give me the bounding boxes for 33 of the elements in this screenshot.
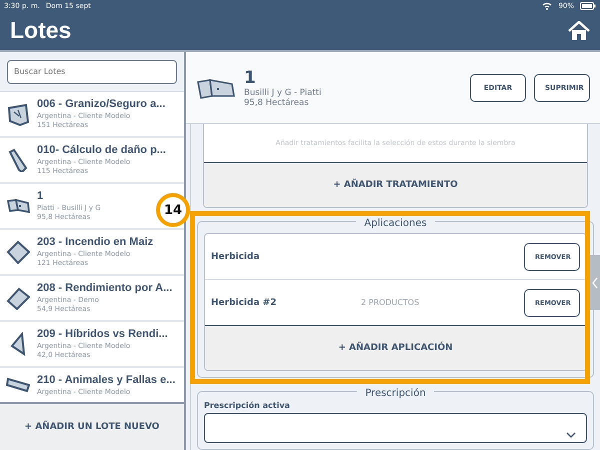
lot-name: 210 - Animales y Fallas e... (37, 374, 176, 387)
home-icon (568, 20, 590, 40)
section-title: Aplicaciones (356, 218, 435, 228)
battery-icon (580, 2, 596, 10)
add-application-button[interactable]: + AÑADIR APLICACIÓN (205, 326, 586, 370)
prescription-dropdown[interactable] (204, 413, 587, 443)
search-field[interactable]: Buscar Lotes (7, 60, 177, 84)
product-count: 2 PRODUCTOS (361, 298, 420, 307)
lot-name: 203 - Incendio en Maiz (37, 236, 154, 249)
lot-name: 1 (37, 190, 44, 203)
application-name: Herbicida (211, 252, 261, 262)
lot-name: 208 - Rendimiento por A... (37, 282, 172, 295)
add-treatment-button[interactable]: + AÑADIR TRATAMIENTO (204, 163, 587, 207)
home-button[interactable] (568, 20, 590, 40)
chevron-down-icon (566, 432, 576, 438)
field-shape-icon (6, 148, 30, 172)
side-handle[interactable] (590, 255, 600, 310)
field-shape-icon (6, 240, 30, 264)
page-title: Lotes (10, 17, 72, 44)
application-name: Herbicida #2 (211, 298, 278, 308)
field-shape-icon (6, 102, 30, 126)
section-title: Prescripción (357, 388, 434, 398)
lot-name: 006 - Granizo/Seguro a... (37, 98, 166, 111)
field-shape-icon (6, 286, 30, 310)
prescription-label: Prescripción activa (204, 401, 291, 410)
lot-area: 95,8 Hectáreas (244, 98, 462, 108)
lot-name: 209 - Híbridos vs Rendi... (37, 328, 168, 341)
wifi-icon (542, 2, 552, 10)
lot-owner: Busilli J y G - Piatti (244, 88, 322, 98)
chevron-left-icon (592, 276, 598, 288)
lot-name: 010- Cálculo de daño p... (37, 144, 166, 157)
lot-title: 1 (244, 68, 257, 88)
add-lot-button[interactable]: + AÑADIR UN LOTE NUEVO (0, 402, 184, 450)
